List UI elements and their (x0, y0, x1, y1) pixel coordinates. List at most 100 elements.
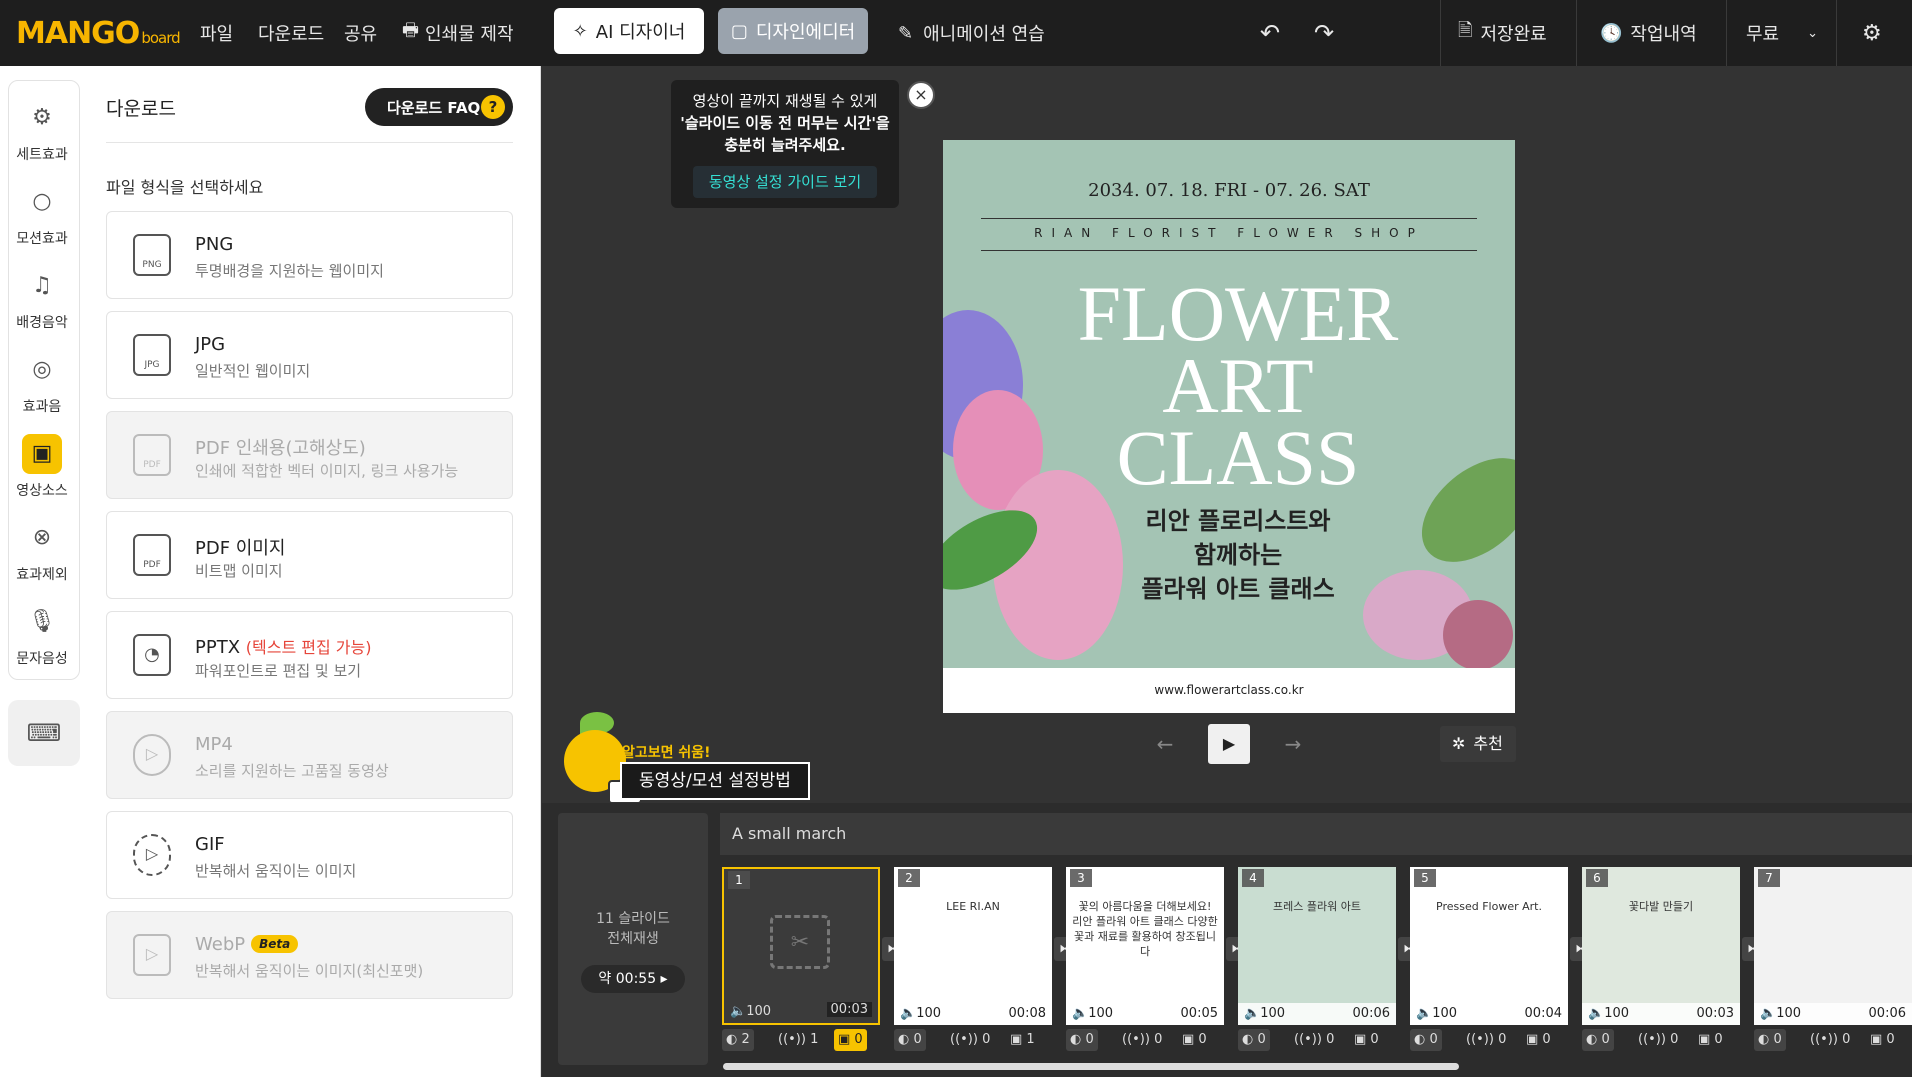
motion-toggle[interactable]: ◐ 0 (1754, 1029, 1786, 1051)
recommend-button[interactable]: ✲ 추천 (1440, 726, 1516, 762)
format-pdf-image[interactable]: PDF PDF 이미지 비트맵 이미지 (106, 511, 513, 599)
rail-item-tts[interactable]: 🎙 문자음성 (0, 602, 84, 668)
sound-effect-count[interactable]: ((•)) 0 (1290, 1029, 1338, 1051)
slide-thumbnail[interactable]: 4 프레스 플라워 아트 🔈100 00:06 (1238, 867, 1396, 1025)
slide-thumbnail[interactable]: 6 꽃다발 만들기 🔈100 00:03 (1582, 867, 1740, 1025)
format-jpg[interactable]: JPG JPG 일반적인 웹이미지 (106, 311, 513, 399)
volume-icon[interactable]: 🔈100 (1416, 1006, 1457, 1021)
format-gif[interactable]: ▷ GIF 반복해서 움직이는 이미지 (106, 811, 513, 899)
motion-toggle[interactable]: ◐ 0 (894, 1029, 926, 1051)
volume-icon[interactable]: 🔈100 (1760, 1006, 1801, 1021)
menu-share[interactable]: 공유 (344, 0, 377, 66)
motion-toggle[interactable]: ◐ 2 (722, 1029, 754, 1051)
anim-practice-button[interactable]: ✎ 애니메이션 연습 (898, 0, 1045, 66)
volume-icon[interactable]: 🔈100 (1244, 1006, 1285, 1021)
video-source-count[interactable]: ▣ 0 (1350, 1029, 1383, 1051)
download-faq-button[interactable]: 다운로드 FAQ? (365, 88, 513, 126)
format-png[interactable]: PNG PNG 투명배경을 지원하는 웹이미지 (106, 211, 513, 299)
effects-rail: ⚙ 세트효과 ○ 모션효과 ♫ 배경음악 ◎ 효과음 ▣ 영상소스 ⊗ 효과제외 🎙 문자음성… (0, 66, 92, 1077)
sound-effect-count[interactable]: ((•)) 1 (774, 1029, 822, 1051)
gear-icon[interactable]: ⚙ (1862, 0, 1882, 66)
save-button[interactable]: 🗎 저장완료 (1458, 0, 1547, 66)
slide-number: 7 (1758, 869, 1780, 887)
rail-item-bgm[interactable]: ♫ 배경음악 (0, 266, 84, 332)
format-mp4[interactable]: ▷ MP4 소리를 지원하는 고품질 동영상 (106, 711, 513, 799)
brush-icon: ✎ (898, 22, 914, 44)
slide-thumbnail[interactable]: 2 LEE RI.AN 🔈100 00:08 (894, 867, 1052, 1025)
slide-duration[interactable]: 00:03 (826, 1002, 872, 1017)
slide-duration[interactable]: 00:06 (1869, 1006, 1906, 1021)
design-editor-button[interactable]: ▢ 디자인에디터 (718, 8, 868, 54)
slide-number: 2 (898, 869, 920, 887)
film-icon: ▣ (22, 434, 62, 474)
motion-toggle[interactable]: ◐ 0 (1238, 1029, 1270, 1051)
video-source-count[interactable]: ▣ 0 (834, 1029, 867, 1051)
next-slide-button[interactable]: → (1278, 724, 1308, 764)
format-pdf-print[interactable]: PDF PDF 인쇄용(고해상도) 인쇄에 적합한 벡터 이미지, 링크 사용가능 (106, 411, 513, 499)
format-name-text: PPTX (195, 637, 241, 658)
slide-canvas[interactable]: 2034. 07. 18. FRI - 07. 26. SAT RIAN FLO… (943, 140, 1515, 713)
video-source-count[interactable]: ▣ 0 (1178, 1029, 1211, 1051)
sound-effect-count[interactable]: ((•)) 0 (1118, 1029, 1166, 1051)
motion-toggle[interactable]: ◐ 0 (1066, 1029, 1098, 1051)
menu-print[interactable]: 🖶 인쇄물 제작 (402, 0, 514, 66)
rail-label: 배경음악 (16, 315, 68, 331)
sound-effect-count[interactable]: ((•)) 0 (1634, 1029, 1682, 1051)
slide-duration[interactable]: 00:03 (1697, 1006, 1734, 1021)
slide-url: www.flowerartclass.co.kr (943, 668, 1515, 713)
sound-effect-count[interactable]: ((•)) 0 (946, 1029, 994, 1051)
timeline-scrollbar[interactable] (723, 1063, 1459, 1070)
rail-item-motion[interactable]: ○ 모션효과 (0, 182, 84, 248)
format-extra: (텍스트 편집 가능) (245, 638, 372, 657)
chevron-down-icon: ⌄ (1807, 25, 1819, 41)
ai-designer-button[interactable]: ✧ AI 디자이너 (554, 8, 704, 54)
motion-guide-button[interactable]: 동영상/모션 설정방법 (620, 762, 810, 800)
volume-icon[interactable]: 🔈100 (1072, 1006, 1113, 1021)
play-button[interactable]: ▶ (1208, 724, 1250, 764)
video-guide-button[interactable]: 동영상 설정 가이드 보기 (693, 166, 877, 198)
prev-slide-button[interactable]: ← (1150, 724, 1180, 764)
divider (1576, 0, 1577, 66)
motion-toggle[interactable]: ◐ 0 (1582, 1029, 1614, 1051)
logo[interactable]: MANGO board (16, 0, 181, 66)
volume-icon[interactable]: 🔈100 (730, 1004, 771, 1019)
undo-icon[interactable]: ↶ (1260, 0, 1280, 66)
close-icon[interactable]: × (907, 81, 935, 109)
sound-effect-count[interactable]: ((•)) 0 (1806, 1029, 1854, 1051)
format-webp[interactable]: ▷ WebP Beta 반복해서 움직이는 이미지(최신포맷) (106, 911, 513, 999)
menu-file[interactable]: 파일 (200, 0, 233, 66)
play-all-panel[interactable]: 11 슬라이드 전체재생 약 00:55 ▸ (558, 813, 708, 1065)
slide-duration[interactable]: 00:04 (1525, 1006, 1562, 1021)
slide-thumbnail[interactable]: 1 ✂ 🔈100 00:03 (722, 867, 880, 1025)
slide-thumbnail[interactable]: 3 꽃의 아름다움을 더해보세요! 리안 플라워 아트 클래스 다양한 꽃과 재료… (1066, 867, 1224, 1025)
volume-icon[interactable]: 🔈100 (1588, 1006, 1629, 1021)
slide-duration[interactable]: 00:06 (1353, 1006, 1390, 1021)
format-pptx[interactable]: ◔ PPTX (텍스트 편집 가능) 파워포인트로 편집 및 보기 (106, 611, 513, 699)
rail-item-sfx[interactable]: ◎ 효과음 (0, 350, 84, 416)
project-name[interactable]: A small march (720, 813, 1912, 855)
sound-effect-count[interactable]: ((•)) 0 (1462, 1029, 1510, 1051)
total-duration-button[interactable]: 약 00:55 ▸ (581, 965, 685, 993)
video-source-count[interactable]: ▣ 0 (1694, 1029, 1727, 1051)
motion-toggle[interactable]: ◐ 0 (1410, 1029, 1442, 1051)
thumbnail-preview: LEE RI.AN (946, 900, 1000, 913)
format-name: PDF 이미지 (195, 538, 286, 559)
volume-icon[interactable]: 🔈100 (900, 1006, 941, 1021)
design-editor-label: 디자인에디터 (755, 22, 856, 43)
slide-thumbnail[interactable]: 5 Pressed Flower Art. 🔈100 00:04 (1410, 867, 1568, 1025)
slide-duration[interactable]: 00:05 (1181, 1006, 1218, 1021)
history-button[interactable]: 🕓 작업내역 (1600, 0, 1697, 66)
redo-icon[interactable]: ↷ (1314, 0, 1334, 66)
slide-duration[interactable]: 00:08 (1009, 1006, 1046, 1021)
video-source-count[interactable]: ▣ 1 (1006, 1029, 1039, 1051)
menu-download[interactable]: 다운로드 (258, 0, 324, 66)
slide-stats: ◐ 0 ((•)) 0 ▣ 0 (1582, 1029, 1740, 1051)
slide-thumbnail[interactable]: 7 🔈100 00:06 (1754, 867, 1912, 1025)
plan-dropdown[interactable]: 무료 ⌄ (1746, 0, 1818, 66)
rail-item-exclude[interactable]: ⊗ 효과제외 (0, 518, 84, 584)
rail-item-set-effect[interactable]: ⚙ 세트효과 (0, 98, 84, 164)
video-source-count[interactable]: ▣ 0 (1522, 1029, 1555, 1051)
rail-item-video-source[interactable]: ▣ 영상소스 (0, 434, 84, 500)
video-source-count[interactable]: ▣ 0 (1866, 1029, 1899, 1051)
keyboard-icon[interactable]: ⌨ (8, 700, 80, 766)
